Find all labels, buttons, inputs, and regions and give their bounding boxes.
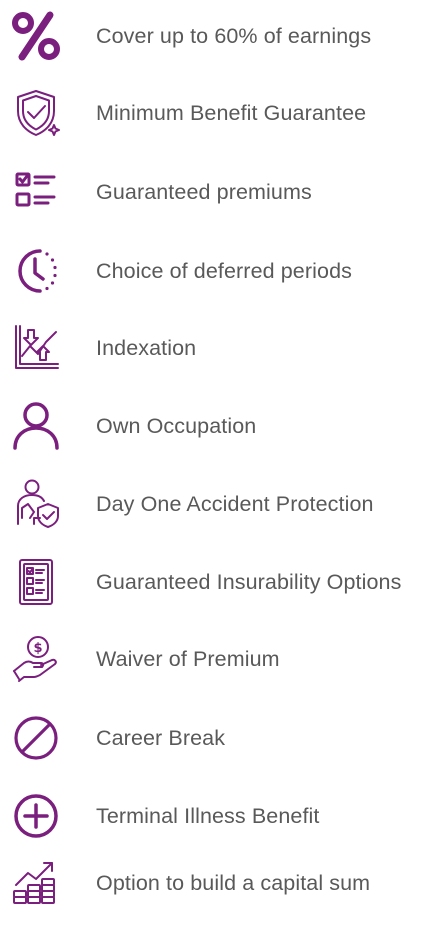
feature-item-day-one-accident: Day One Accident Protection bbox=[0, 476, 441, 554]
hand-coin-icon: $ bbox=[8, 631, 64, 687]
feature-item-career-break: Career Break bbox=[0, 710, 441, 788]
feature-label: Guaranteed Insurability Options bbox=[96, 570, 402, 594]
clock-icon bbox=[8, 243, 64, 299]
feature-item-own-occupation: Own Occupation bbox=[0, 398, 441, 476]
plus-circle-icon bbox=[8, 788, 64, 844]
feature-label: Cover up to 60% of earnings bbox=[96, 24, 372, 48]
feature-item-minimum-benefit: Minimum Benefit Guarantee bbox=[0, 85, 441, 163]
feature-label: Day One Accident Protection bbox=[96, 492, 374, 516]
feature-item-guaranteed-insurability: Guaranteed Insurability Options bbox=[0, 554, 441, 632]
checklist-icon bbox=[8, 164, 64, 220]
feature-item-cover-earnings: Cover up to 60% of earnings bbox=[0, 8, 441, 86]
feature-label: Minimum Benefit Guarantee bbox=[96, 101, 367, 125]
feature-item-deferred-periods: Choice of deferred periods bbox=[0, 243, 441, 321]
growth-coins-icon bbox=[8, 855, 64, 911]
percent-icon bbox=[8, 8, 64, 64]
feature-label: Guaranteed premiums bbox=[96, 180, 312, 204]
person-icon bbox=[8, 398, 64, 454]
feature-item-indexation: Indexation bbox=[0, 320, 441, 398]
index-chart-icon bbox=[8, 320, 64, 376]
feature-list: Cover up to 60% of earnings Minimum Bene… bbox=[0, 0, 441, 904]
feature-item-waiver-of-premium: $ Waiver of Premium bbox=[0, 631, 441, 709]
feature-label: Choice of deferred periods bbox=[96, 259, 352, 283]
feature-label: Terminal Illness Benefit bbox=[96, 804, 320, 828]
feature-label: Option to build a capital sum bbox=[96, 871, 371, 895]
feature-item-guaranteed-premiums: Guaranteed premiums bbox=[0, 164, 441, 242]
svg-text:$: $ bbox=[33, 641, 42, 656]
feature-item-capital-sum: Option to build a capital sum bbox=[0, 855, 441, 933]
feature-label: Waiver of Premium bbox=[96, 647, 280, 671]
feature-label: Indexation bbox=[96, 336, 197, 360]
checklist-document-icon bbox=[8, 554, 64, 610]
prohibited-icon bbox=[8, 710, 64, 766]
feature-label: Career Break bbox=[96, 726, 226, 750]
shield-check-icon bbox=[8, 85, 64, 141]
feature-label: Own Occupation bbox=[96, 414, 257, 438]
accident-protection-icon bbox=[8, 476, 64, 532]
